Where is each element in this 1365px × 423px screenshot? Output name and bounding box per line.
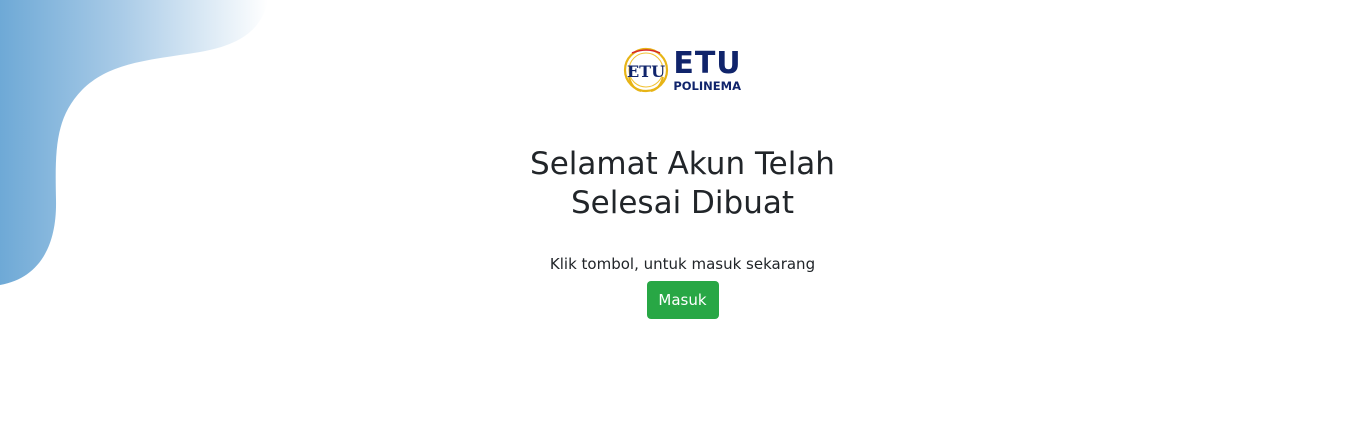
page-title: Selamat Akun Telah Selesai Dibuat xyxy=(530,145,835,223)
polinema-seal-icon: ETU xyxy=(624,47,669,93)
login-button[interactable]: Masuk xyxy=(646,281,719,319)
seal-text: ETU xyxy=(627,62,665,81)
logo-wordmark: ETU POLINEMA xyxy=(673,45,742,93)
etu-polinema-logo: ETU ETU POLINEMA xyxy=(623,47,741,93)
instruction-text: Klik tombol, untuk masuk sekarang xyxy=(549,255,816,273)
page: ETU ETU POLINEMA Selamat Akun Telah Sele… xyxy=(0,0,1365,423)
page-title-line1: Selamat Akun Telah xyxy=(530,146,835,182)
logo-sub-text: POLINEMA xyxy=(673,78,741,93)
main-content: ETU ETU POLINEMA Selamat Akun Telah Sele… xyxy=(0,0,1365,319)
page-title-line2: Selesai Dibuat xyxy=(570,185,794,221)
logo-brand-text: ETU xyxy=(673,45,742,81)
